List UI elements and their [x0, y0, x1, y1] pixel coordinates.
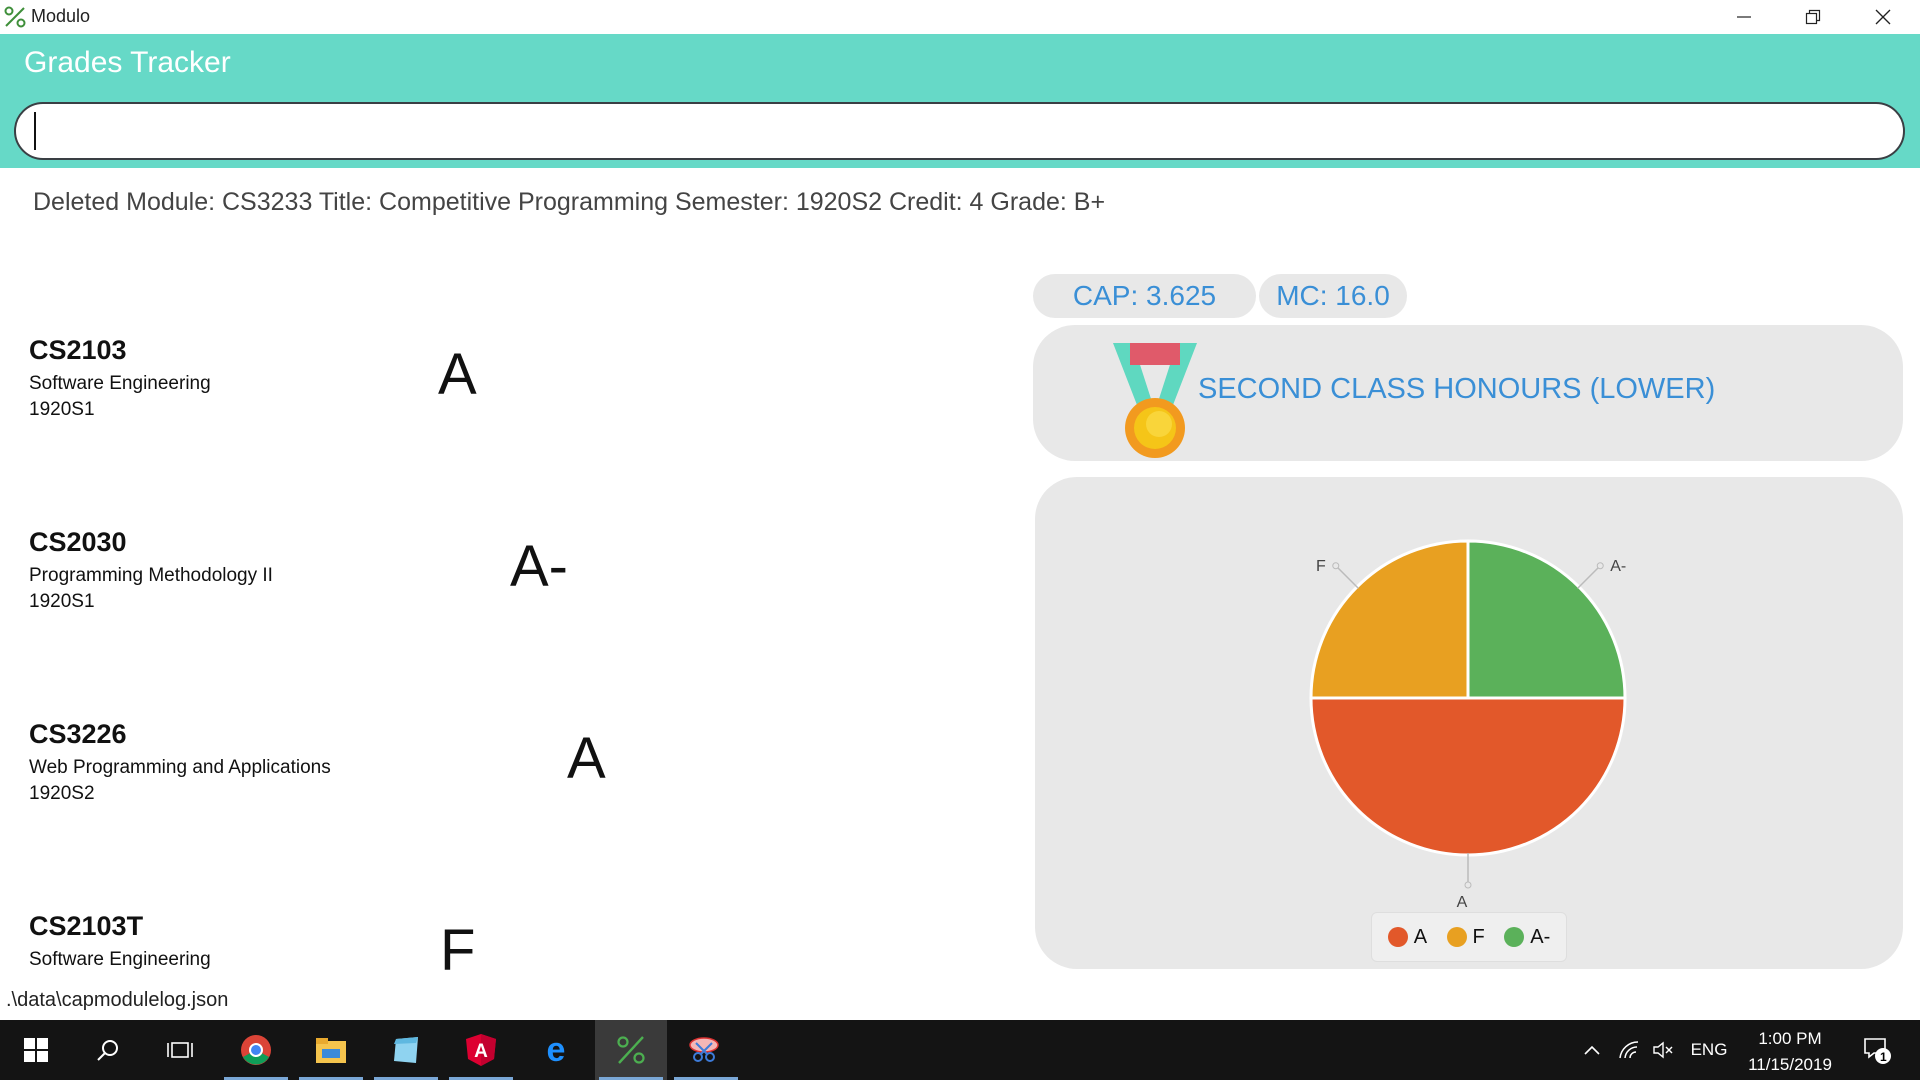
- page-title: Grades Tracker: [24, 46, 231, 79]
- legend-color-dot: [1446, 927, 1467, 947]
- action-center-button[interactable]: 1: [1852, 1020, 1902, 1080]
- module-list[interactable]: CS2103 Software Engineering 1920S1 A CS2…: [0, 255, 1020, 975]
- pie-label-anchor: [1332, 562, 1340, 570]
- taskbar-app-angular[interactable]: A: [445, 1020, 517, 1080]
- close-icon: [1875, 9, 1891, 25]
- grade-distribution-chart: F A- A A F A-: [1035, 477, 1903, 969]
- module-grade: F: [440, 918, 476, 975]
- module-grade: A: [567, 726, 606, 791]
- pie-label: A-: [1610, 558, 1626, 575]
- taskbar-app-snipping-tool[interactable]: [670, 1020, 742, 1080]
- svg-text:A: A: [474, 1041, 488, 1062]
- start-icon: [24, 1038, 48, 1062]
- taskbar-app-edge[interactable]: e: [520, 1020, 592, 1080]
- result-message: Deleted Module: CS3233 Title: Competitiv…: [33, 188, 1106, 216]
- legend-item: F: [1446, 925, 1485, 949]
- show-hidden-icons-button[interactable]: [1578, 1020, 1606, 1080]
- data-file-path: .\data\capmodulelog.json: [6, 989, 229, 1011]
- legend-item: A-: [1504, 926, 1550, 949]
- module-code: CS2030: [29, 527, 127, 557]
- svg-text:e: e: [547, 1034, 566, 1066]
- pie-label-leader: [1577, 565, 1601, 589]
- notification-icon: [1864, 1038, 1891, 1064]
- input-language[interactable]: ENG: [1686, 1020, 1732, 1080]
- module-code: CS2103: [29, 335, 127, 365]
- pie-label-anchor: [1464, 881, 1472, 889]
- chevron-up-icon: [1584, 1045, 1600, 1055]
- status-bar: .\data\capmodulelog.json: [0, 987, 1920, 1020]
- windows-taskbar: A e ENG 1:00 PM 11/15/2019 1: [0, 1020, 1920, 1080]
- window-title: Modulo: [31, 6, 91, 26]
- module-card[interactable]: CS2103T Software Engineering F: [0, 831, 1000, 975]
- module-code: CS2103T: [29, 911, 144, 941]
- module-card[interactable]: CS2103 Software Engineering 1920S1 A: [0, 255, 1000, 445]
- module-title: Web Programming and Applications: [29, 757, 331, 778]
- module-title: Software Engineering: [29, 949, 211, 970]
- restore-button[interactable]: [1779, 0, 1847, 34]
- pie-chart: F A- A: [1309, 539, 1627, 911]
- honours-card: SECOND CLASS HONOURS (LOWER): [1033, 325, 1903, 461]
- legend-color-dot: [1504, 927, 1525, 947]
- volume-muted-icon: [1653, 1041, 1673, 1059]
- snipping-tool-icon: [689, 1037, 719, 1062]
- pie-label: A: [1457, 894, 1468, 911]
- clock-time: 1:00 PM: [1758, 1029, 1822, 1048]
- mc-badge: MC: 16.0: [1259, 274, 1407, 318]
- module-semester: 1920S2: [29, 783, 95, 804]
- close-button[interactable]: [1849, 0, 1917, 34]
- taskbar-app-modulo[interactable]: [595, 1020, 667, 1080]
- start-button[interactable]: [0, 1020, 72, 1080]
- notepad-icon: [394, 1037, 418, 1063]
- pie-label-anchor: [1596, 562, 1604, 570]
- minimize-button[interactable]: [1710, 0, 1778, 34]
- wifi-icon: [1619, 1041, 1639, 1059]
- task-view-icon: [167, 1042, 193, 1058]
- honours-class-label: SECOND CLASS HONOURS (LOWER): [1198, 373, 1716, 405]
- module-card[interactable]: CS3226 Web Programming and Applications …: [0, 639, 1000, 829]
- module-code: CS3226: [29, 719, 127, 749]
- module-grade: A-: [510, 534, 568, 599]
- module-title: Software Engineering: [29, 373, 211, 394]
- restore-icon: [1805, 9, 1821, 25]
- cap-badge: CAP: 3.625: [1033, 274, 1256, 318]
- angular-icon: A: [466, 1034, 496, 1066]
- app-icon: [4, 6, 26, 28]
- modulo-icon: [617, 1036, 645, 1064]
- command-bar: [0, 92, 1920, 168]
- app-header: Grades Tracker: [0, 34, 1920, 92]
- chart-legend: A F A-: [1371, 912, 1567, 962]
- taskbar-app-chrome[interactable]: [220, 1020, 292, 1080]
- pie-label: F: [1316, 558, 1326, 575]
- network-button[interactable]: [1614, 1020, 1644, 1080]
- minimize-icon: [1737, 16, 1751, 18]
- chrome-icon: [241, 1035, 271, 1065]
- text-caret: [34, 112, 36, 150]
- notification-count: 1: [1880, 1050, 1887, 1064]
- pie-slice-a: [1309, 696, 1627, 857]
- task-view-button[interactable]: [144, 1020, 216, 1080]
- legend-label: F: [1472, 925, 1485, 948]
- command-input[interactable]: [14, 102, 1905, 160]
- module-card[interactable]: CS2030 Programming Methodology II 1920S1…: [0, 447, 1000, 637]
- clock-date: 11/15/2019: [1748, 1055, 1832, 1074]
- module-title: Programming Methodology II: [29, 565, 273, 586]
- module-semester: 1920S1: [29, 591, 95, 612]
- legend-item: A: [1387, 925, 1428, 949]
- volume-button[interactable]: [1648, 1020, 1678, 1080]
- window-titlebar: Modulo: [0, 0, 1920, 34]
- taskbar-app-file-explorer[interactable]: [295, 1020, 367, 1080]
- pie-label-leader: [1335, 565, 1359, 589]
- edge-icon: e: [547, 1034, 566, 1066]
- search-button[interactable]: [72, 1020, 144, 1080]
- module-semester: 1920S1: [29, 399, 95, 420]
- search-icon: [97, 1040, 118, 1061]
- legend-label: A: [1413, 925, 1428, 948]
- taskbar-app-notepad[interactable]: [370, 1020, 442, 1080]
- legend-label: A-: [1530, 925, 1551, 948]
- clock[interactable]: 1:00 PM 11/15/2019: [1740, 1026, 1840, 1078]
- module-grade: A: [438, 342, 477, 407]
- legend-color-dot: [1387, 927, 1408, 947]
- file-explorer-icon: [316, 1038, 346, 1063]
- medal-icon: [1113, 343, 1197, 458]
